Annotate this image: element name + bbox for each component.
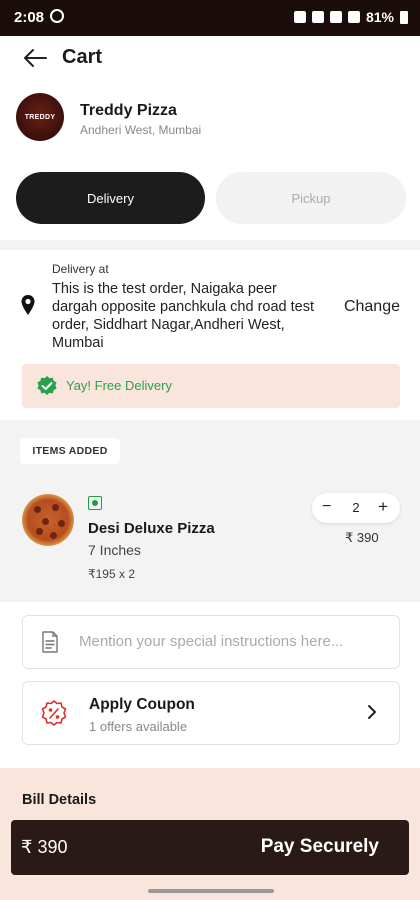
status-bar: 2:08 81% xyxy=(0,0,420,36)
quantity-value: 2 xyxy=(352,500,360,515)
item-price-calc: ₹195 x 2 xyxy=(88,567,135,581)
pickup-toggle[interactable]: Pickup xyxy=(216,172,406,224)
restaurant-name: Treddy Pizza xyxy=(80,102,177,119)
free-delivery-text: Yay! Free Delivery xyxy=(66,378,172,393)
item-total-price: ₹ 390 xyxy=(345,530,379,545)
pay-securely-button[interactable]: Pay Securely xyxy=(261,836,379,858)
chevron-right-icon xyxy=(368,705,376,719)
delivery-label: Delivery xyxy=(87,190,134,206)
logo-text: TREDDY xyxy=(24,113,56,121)
check-badge-icon xyxy=(37,376,57,395)
restaurant-logo: TREDDY xyxy=(16,93,64,141)
bill-details-title: Bill Details xyxy=(22,792,97,808)
wifi-icon xyxy=(329,11,342,23)
delivery-toggle[interactable]: Delivery xyxy=(16,172,205,224)
document-icon xyxy=(42,631,58,653)
delivery-at-label: Delivery at xyxy=(52,262,109,276)
pizza-image xyxy=(22,494,74,546)
coupon-offers-count: 1 offers available xyxy=(89,719,188,734)
instructions-field[interactable]: Mention your special instructions here..… xyxy=(22,615,400,669)
pickup-label: Pickup xyxy=(291,190,331,206)
status-time: 2:08 xyxy=(14,9,45,26)
delivery-address-text: This is the test order, Naigaka peer dar… xyxy=(52,281,314,351)
notification-icon xyxy=(50,9,64,23)
coupon-percent-icon xyxy=(41,700,67,726)
pay-total-amount: ₹ 390 xyxy=(21,837,68,857)
item-name: Desi Deluxe Pizza xyxy=(88,520,215,537)
status-indicators: 81% xyxy=(293,9,408,25)
battery-icon xyxy=(400,10,408,24)
increase-quantity-button[interactable]: + xyxy=(378,497,388,517)
items-added-label: ITEMS ADDED xyxy=(20,438,120,464)
apply-coupon-button[interactable]: Apply Coupon 1 offers available xyxy=(22,681,400,745)
instructions-placeholder: Mention your special instructions here..… xyxy=(79,633,344,650)
arrow-left-icon[interactable] xyxy=(20,44,50,72)
section-divider xyxy=(0,240,420,250)
item-size: 7 Inches xyxy=(88,542,141,558)
decrease-quantity-button[interactable]: − xyxy=(322,498,331,516)
veg-indicator-icon xyxy=(88,496,102,510)
battery-percent: 81% xyxy=(365,9,394,25)
change-address-link[interactable]: Change xyxy=(344,298,400,316)
delivery-address-section: Delivery at This is the test order, Naig… xyxy=(0,250,420,420)
restaurant-location: Andheri West, Mumbai xyxy=(80,123,202,137)
coupon-title: Apply Coupon xyxy=(89,696,195,713)
home-indicator[interactable] xyxy=(148,889,274,893)
quantity-stepper: − 2 + xyxy=(312,493,400,523)
alarm-icon xyxy=(293,11,306,23)
page-title: Cart xyxy=(62,46,103,68)
location-pin-icon xyxy=(21,295,35,315)
signal-icon xyxy=(347,11,360,23)
restaurant-info: TREDDY Treddy Pizza Andheri West, Mumbai xyxy=(0,86,420,152)
app-header: Cart xyxy=(0,36,420,80)
pay-bar[interactable]: ₹ 390 Pay Securely xyxy=(11,820,409,875)
list-item: Desi Deluxe Pizza 7 Inches ₹195 x 2 − 2 … xyxy=(0,478,420,590)
bluetooth-icon xyxy=(311,11,324,23)
free-delivery-banner: Yay! Free Delivery xyxy=(22,364,400,408)
